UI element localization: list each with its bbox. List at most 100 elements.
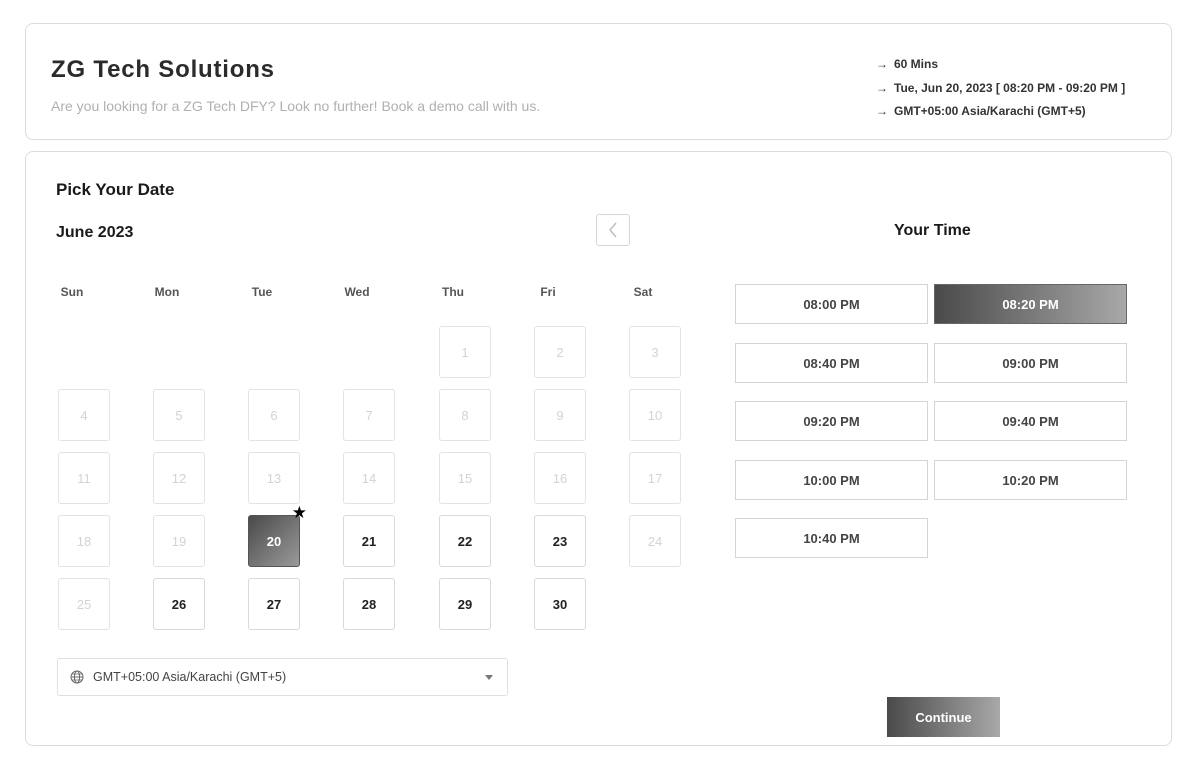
calendar-day-label: 25 [76,596,92,612]
calendar-day-label: 10 [647,407,663,423]
month-label: June 2023 [56,224,134,241]
calendar-day: 13 [248,452,300,504]
weekday-label: Sun [60,285,84,299]
calendar-day: 16 [534,452,586,504]
duration-text: 60 Mins [894,57,939,71]
calendar-day: 4 [58,389,110,441]
pick-date-title: Pick Your Date [56,180,175,199]
timezone-line: → GMT+05:00 Asia/Karachi (GMT+5) [876,103,1171,127]
star-icon: ★ [291,503,307,522]
calendar-day-label: 17 [647,470,663,486]
calendar-day-label: 2 [556,344,564,360]
company-name: ZG Tech Solutions [51,56,275,83]
calendar-day: 3 [629,326,681,378]
datetime-line: → Tue, Jun 20, 2023 [ 08:20 PM - 09:20 PM… [876,80,1171,104]
calendar-day-label: 9 [556,407,564,423]
globe-icon [70,670,84,684]
calendar-day-label: 11 [77,470,91,486]
calendar-day-label: 14 [361,470,377,486]
calendar-day: 18 [58,515,110,567]
time-slot[interactable]: 09:40 PM [934,401,1127,441]
timezone-text: GMT+05:00 Asia/Karachi (GMT+5) [894,104,1086,118]
calendar-day-label: 4 [80,407,88,423]
calendar-day: 14 [343,452,395,504]
calendar-day-label: 20 [266,533,282,549]
weekday-label: Wed [344,285,370,299]
time-slot[interactable]: 10:20 PM [934,460,1127,500]
time-slot[interactable]: 08:00 PM [735,284,928,324]
calendar-day: 25 [58,578,110,630]
arrow-right-icon: → [876,80,888,95]
calendar-day-label: 23 [552,533,568,549]
calendar-day[interactable]: 30 [534,578,586,630]
booking-summary: → 60 Mins → Tue, Jun 20, 2023 [ 08:20 PM -… [876,56,1171,127]
calendar-day: 12 [153,452,205,504]
calendar-day-label: 22 [457,533,473,549]
calendar-day-label: 30 [552,596,568,612]
previous-month-button[interactable] [596,214,630,246]
calendar-day-label: 5 [175,407,183,423]
calendar-day: 24 [629,515,681,567]
calendar-day[interactable]: 28 [343,578,395,630]
calendar-day[interactable]: 23 [534,515,586,567]
chevron-left-icon [609,222,617,238]
calendar-day-label: 18 [76,533,92,549]
calendar-day-label: 16 [552,470,568,486]
calendar-day-label: 19 [171,533,187,549]
time-slot[interactable]: 10:40 PM [735,518,928,558]
calendar-day: 17 [629,452,681,504]
calendar-day: 5 [153,389,205,441]
booking-card: Pick Your Date June 2023 Your Time Sun Mo… [25,151,1172,746]
weekday-label: Thu [442,285,464,299]
calendar-day-label: 13 [266,470,282,486]
calendar-day: 15 [439,452,491,504]
calendar-day: 2 [534,326,586,378]
calendar-day-label: 21 [361,533,377,549]
continue-button[interactable]: Continue [887,697,1000,737]
calendar-day: 1 [439,326,491,378]
chevron-down-icon [485,675,493,680]
calendar-day-label: 28 [361,596,377,612]
calendar-day[interactable]: 21 [343,515,395,567]
calendar-day-label: 29 [457,596,473,612]
calendar-day-label: 6 [270,407,278,423]
calendar-day-label: 3 [651,344,659,360]
header-card: ZG Tech Solutions Are you looking for a … [25,23,1172,140]
calendar-day: 8 [439,389,491,441]
calendar-day[interactable]: 26 [153,578,205,630]
calendar-day[interactable]: 27 [248,578,300,630]
weekday-label: Fri [540,285,556,299]
time-slot[interactable]: 10:00 PM [735,460,928,500]
time-slot[interactable]: 08:20 PM [934,284,1127,324]
calendar-day: 7 [343,389,395,441]
calendar-day[interactable]: 20 ★ [248,504,307,567]
calendar-day: 9 [534,389,586,441]
calendar-day-label: 7 [365,407,373,423]
calendar-day-label: 15 [457,470,473,486]
weekday-label: Sat [633,285,653,299]
timezone-select[interactable]: GMT+05:00 Asia/Karachi (GMT+5) [57,658,508,696]
timezone-select-value: GMT+05:00 Asia/Karachi (GMT+5) [93,670,287,684]
calendar-day-label: 26 [171,596,187,612]
calendar-day[interactable]: 29 [439,578,491,630]
time-slot[interactable]: 09:20 PM [735,401,928,441]
duration-line: → 60 Mins [876,56,1171,80]
weekday-label: Mon [154,285,180,299]
calendar-day[interactable]: 22 [439,515,491,567]
calendar-day-label: 1 [461,344,469,360]
calendar-day: 10 [629,389,681,441]
calendar-day-label: 27 [266,596,282,612]
calendar-day: 6 [248,389,300,441]
time-slot[interactable]: 09:00 PM [934,343,1127,383]
weekday-label: Tue [251,285,273,299]
company-description: Are you looking for a ZG Tech DFY? Look … [51,98,541,114]
calendar-day-label: 12 [171,470,187,486]
arrow-right-icon: → [876,104,888,118]
your-time-title: Your Time [894,222,971,239]
calendar-day: 11 [58,452,110,504]
calendar-day-label: 8 [461,407,469,423]
datetime-text: Tue, Jun 20, 2023 [ 08:20 PM - 09:20 PM … [894,80,1126,95]
calendar-day: 19 [153,515,205,567]
time-slot[interactable]: 08:40 PM [735,343,928,383]
calendar-day-label: 24 [647,533,663,549]
